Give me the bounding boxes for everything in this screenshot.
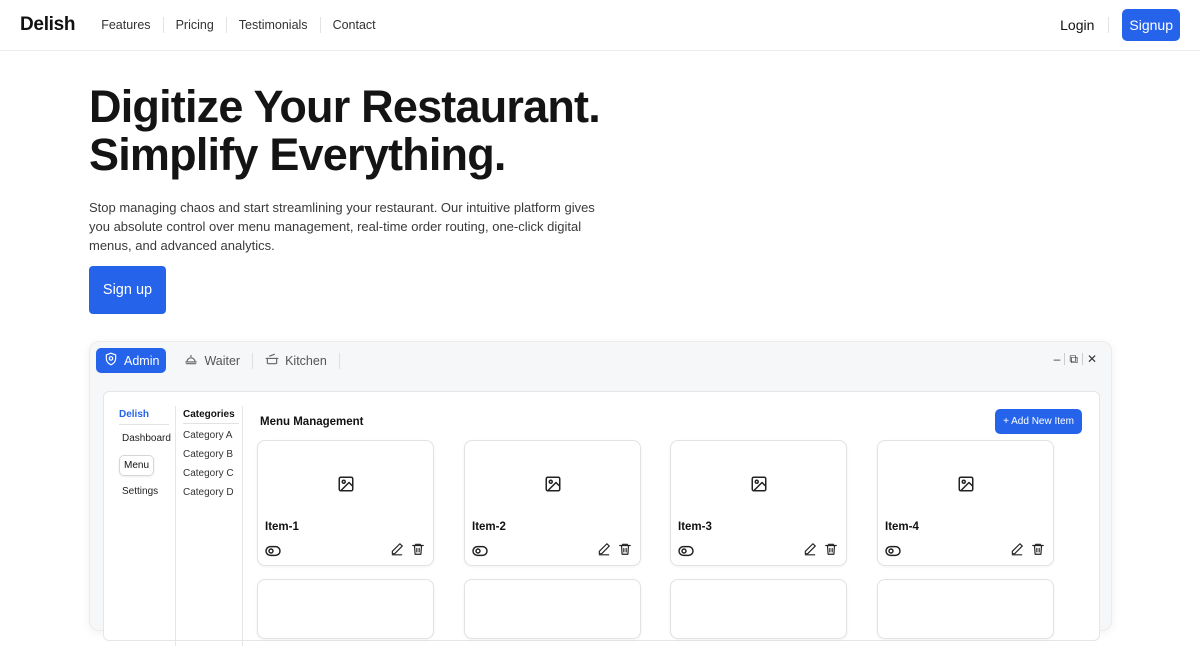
- menu-item-card[interactable]: [257, 579, 434, 639]
- hero-section: Digitize Your Restaurant. Simplify Every…: [89, 83, 709, 255]
- edit-icon[interactable]: [597, 542, 611, 561]
- menu-item-card[interactable]: Item-2: [464, 440, 641, 566]
- edit-icon[interactable]: [390, 542, 404, 561]
- admin-sidebar: Delish Dashboard Menu Settings: [104, 392, 175, 632]
- image-placeholder-icon: [750, 475, 768, 498]
- sidebar-title: Delish: [119, 409, 150, 420]
- visibility-toggle-icon[interactable]: [472, 544, 488, 562]
- delete-icon[interactable]: [411, 542, 425, 561]
- login-link[interactable]: Login: [1060, 17, 1110, 33]
- menu-item-card[interactable]: [877, 579, 1054, 639]
- delete-icon[interactable]: [824, 542, 838, 561]
- minimize-icon[interactable]: –: [1050, 353, 1065, 365]
- menu-item-name: Item-1: [265, 521, 299, 533]
- window-controls: – ⧉ ✕: [1050, 353, 1101, 365]
- nav-link-testimonials[interactable]: Testimonials: [225, 17, 320, 33]
- menu-item-card[interactable]: [670, 579, 847, 639]
- menu-item-card[interactable]: Item-3: [670, 440, 847, 566]
- top-navbar: Delish Features Pricing Testimonials Con…: [0, 0, 1200, 51]
- categories-divider: [183, 423, 239, 424]
- category-item[interactable]: Category D: [183, 487, 234, 498]
- waiter-icon: [184, 352, 198, 369]
- nav-actions: Login Signup: [1060, 9, 1180, 41]
- edit-icon[interactable]: [1010, 542, 1024, 561]
- close-icon[interactable]: ✕: [1083, 353, 1101, 365]
- visibility-toggle-icon[interactable]: [678, 544, 694, 562]
- cooking-pot-icon: [265, 352, 279, 369]
- signup-button[interactable]: Signup: [1122, 9, 1180, 41]
- nav-links: Features Pricing Testimonials Contact: [89, 17, 387, 33]
- menu-item-card[interactable]: Item-1: [257, 440, 434, 566]
- hero-signup-button[interactable]: Sign up: [89, 266, 166, 314]
- menu-item-name: Item-4: [885, 521, 919, 533]
- category-item[interactable]: Category A: [183, 430, 232, 441]
- menu-item-card[interactable]: Item-4: [877, 440, 1054, 566]
- sidebar-item-dashboard[interactable]: Dashboard: [122, 433, 171, 444]
- tab-kitchen[interactable]: Kitchen: [253, 352, 340, 369]
- hero-description: Stop managing chaos and start streamlini…: [89, 200, 595, 253]
- menu-item-name: Item-3: [678, 521, 712, 533]
- tab-kitchen-label: Kitchen: [285, 353, 327, 368]
- categories-title: Categories: [183, 409, 235, 420]
- visibility-toggle-icon[interactable]: [885, 544, 901, 562]
- visibility-toggle-icon[interactable]: [265, 544, 281, 562]
- sidebar-divider: [119, 424, 169, 425]
- image-placeholder-icon: [337, 475, 355, 498]
- role-tabs: Admin Waiter Kitchen: [96, 348, 340, 373]
- tab-admin-label: Admin: [124, 353, 160, 368]
- category-item[interactable]: Category B: [183, 449, 233, 460]
- hero-title: Digitize Your Restaurant. Simplify Every…: [89, 83, 709, 179]
- edit-icon[interactable]: [803, 542, 817, 561]
- image-placeholder-icon: [544, 475, 562, 498]
- hero-title-line1: Digitize Your Restaurant.: [89, 81, 601, 132]
- admin-panel: Delish Dashboard Menu Settings Categorie…: [103, 391, 1100, 646]
- restore-icon[interactable]: ⧉: [1065, 353, 1082, 365]
- delete-icon[interactable]: [618, 542, 632, 561]
- menu-item-card[interactable]: [464, 579, 641, 639]
- categories-column: Categories Category A Category B Categor…: [175, 406, 243, 646]
- menu-item-name: Item-2: [472, 521, 506, 533]
- brand-logo[interactable]: Delish: [20, 14, 76, 36]
- nav-link-features[interactable]: Features: [89, 17, 162, 33]
- tab-waiter[interactable]: Waiter: [172, 352, 254, 369]
- add-new-item-button[interactable]: + Add New Item: [995, 409, 1082, 434]
- image-placeholder-icon: [957, 475, 975, 498]
- hero-title-line2: Simplify Everything.: [89, 129, 506, 180]
- nav-link-pricing[interactable]: Pricing: [162, 17, 226, 33]
- delete-icon[interactable]: [1031, 542, 1045, 561]
- sidebar-item-settings[interactable]: Settings: [122, 486, 158, 497]
- tab-admin[interactable]: Admin: [96, 348, 167, 373]
- shield-icon: [104, 352, 118, 369]
- menu-management-title: Menu Management: [260, 416, 364, 428]
- nav-link-contact[interactable]: Contact: [319, 17, 388, 33]
- tab-waiter-label: Waiter: [204, 353, 241, 368]
- category-item[interactable]: Category C: [183, 468, 234, 479]
- sidebar-item-menu[interactable]: Menu: [119, 455, 154, 476]
- app-preview-window: Admin Waiter Kitchen – ⧉ ✕ Delish Dashbo…: [89, 341, 1112, 646]
